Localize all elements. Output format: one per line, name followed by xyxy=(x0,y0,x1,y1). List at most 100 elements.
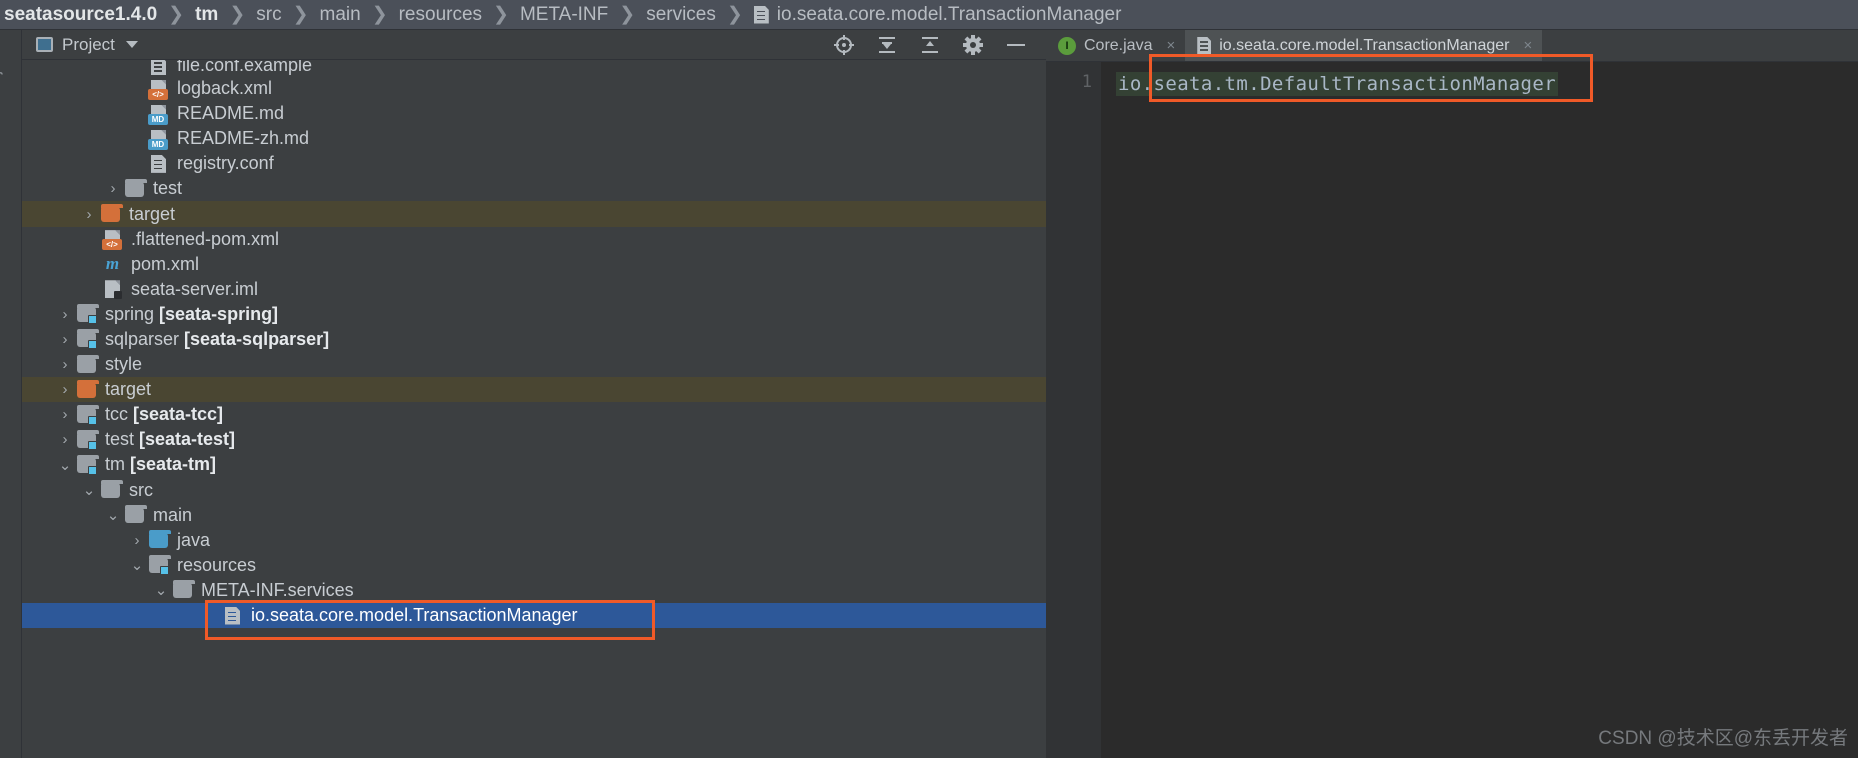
breadcrumb-item-main[interactable]: main xyxy=(318,4,363,26)
breadcrumb-separator: ❯ xyxy=(292,4,309,25)
tree-row-transaction-manager-spi[interactable]: io.seata.core.model.TransactionManager xyxy=(22,602,1046,629)
chevron-down-icon[interactable]: ⌄ xyxy=(150,581,172,599)
tree-row-flattened-pom-xml[interactable]: </> .flattened-pom.xml xyxy=(22,227,1046,252)
tree-row-resources-folder[interactable]: ⌄ resources xyxy=(22,553,1046,578)
tree-row-module-sqlparser[interactable]: › sqlparser [seata-sqlparser] xyxy=(22,327,1046,352)
tree-row-target-excluded-inner[interactable]: › target xyxy=(22,201,1046,227)
markdown-file-icon: MD xyxy=(148,129,169,150)
folder-icon xyxy=(124,178,147,199)
tree-row-java-folder[interactable]: › java xyxy=(22,528,1046,553)
editor-fold-strip[interactable] xyxy=(1101,62,1115,758)
tree-row-target-excluded[interactable]: › target xyxy=(22,377,1046,403)
chevron-right-icon[interactable]: › xyxy=(54,431,76,448)
breadcrumb-item-src[interactable]: src xyxy=(254,4,283,26)
tree-row-module-tcc[interactable]: › tcc [seata-tcc] xyxy=(22,402,1046,427)
file-icon xyxy=(1197,37,1212,54)
tree-row-label: logback.xml xyxy=(177,78,273,99)
chevron-down-icon[interactable]: ⌄ xyxy=(126,556,148,574)
breadcrumb-label: src xyxy=(256,3,282,25)
folder-icon xyxy=(172,580,195,600)
tree-row-label: target xyxy=(129,203,176,224)
minus-icon[interactable] xyxy=(1006,35,1026,55)
breadcrumb-separator: ❯ xyxy=(168,4,185,25)
watermark: CSDN @技术区@东丢开发者 xyxy=(1598,728,1848,749)
iml-file-icon xyxy=(102,279,123,300)
project-panel-header: Project xyxy=(22,30,1046,60)
chevron-down-icon[interactable]: ⌄ xyxy=(78,481,100,499)
target-icon[interactable] xyxy=(834,34,854,55)
tree-row-label: META-INF.services xyxy=(201,579,354,600)
tree-row-module-spring[interactable]: › spring [seata-spring] xyxy=(22,302,1046,327)
tree-row-seata-server-iml[interactable]: seata-server.iml xyxy=(22,277,1046,302)
file-icon xyxy=(148,60,169,76)
tree-row-label: style xyxy=(105,354,143,375)
close-icon[interactable]: × xyxy=(1523,37,1532,54)
gear-icon[interactable] xyxy=(963,34,983,55)
breadcrumb-item-meta-inf[interactable]: META-INF xyxy=(518,4,610,26)
breadcrumb-item-tm[interactable]: tm xyxy=(193,4,220,26)
tree-row-readme-zh-md[interactable]: MD README-zh.md xyxy=(22,126,1046,151)
tree-row-pom-xml[interactable]: m pom.xml xyxy=(22,252,1046,277)
code-line-1[interactable]: io.seata.tm.DefaultTransactionManager xyxy=(1116,72,1559,96)
tree-row-registry-conf[interactable]: registry.conf xyxy=(22,151,1046,176)
tree-row-label: sqlparser [seata-sqlparser] xyxy=(105,328,330,349)
tree-row-style-folder[interactable]: › style xyxy=(22,352,1046,377)
tree-row-test-folder[interactable]: › test xyxy=(22,176,1046,201)
chevron-right-icon[interactable]: › xyxy=(54,306,76,323)
line-number: 1 xyxy=(1081,72,1092,92)
folder-icon xyxy=(76,354,99,375)
chevron-right-icon[interactable]: › xyxy=(126,532,148,549)
maven-icon: m xyxy=(105,254,120,274)
tree-row-label: .flattened-pom.xml xyxy=(131,228,280,249)
project-tree[interactable]: file.conf.example </> logback.xml MD REA… xyxy=(22,60,1046,758)
editor-tab-transaction-manager[interactable]: io.seata.core.model.TransactionManager × xyxy=(1185,30,1543,61)
breadcrumb-item-services[interactable]: services xyxy=(644,4,718,26)
project-panel-title: Project xyxy=(62,34,115,54)
chevron-right-icon[interactable]: › xyxy=(78,206,100,223)
chevron-down-icon[interactable] xyxy=(125,41,138,48)
expand-all-icon[interactable] xyxy=(877,35,897,55)
tree-row-main-folder[interactable]: ⌄ main xyxy=(22,503,1046,528)
breadcrumb-item-project[interactable]: seatasource1.4.0 xyxy=(2,4,159,26)
chevron-right-icon[interactable]: › xyxy=(54,356,76,373)
tree-row-file-conf-example[interactable]: file.conf.example xyxy=(22,60,1046,76)
tree-row-module-test[interactable]: › test [seata-test] xyxy=(22,427,1046,452)
breadcrumb-label: tm xyxy=(195,3,219,25)
chevron-down-icon[interactable]: ⌄ xyxy=(54,456,76,474)
tree-row-meta-inf-services[interactable]: ⌄ META-INF.services xyxy=(22,578,1046,603)
tree-row-src-folder[interactable]: ⌄ src xyxy=(22,478,1046,503)
tree-row-label: registry.conf xyxy=(177,153,274,174)
tree-row-readme-md[interactable]: MD README.md xyxy=(22,101,1046,126)
chevron-right-icon[interactable]: › xyxy=(54,331,76,348)
module-folder-icon xyxy=(76,454,99,475)
folder-icon xyxy=(124,505,147,525)
tree-row-label: main xyxy=(153,504,193,525)
chevron-right-icon[interactable]: › xyxy=(102,180,124,197)
chevron-right-icon[interactable]: › xyxy=(54,406,76,423)
ide-window: seatasource1.4.0 ❯ tm ❯ src ❯ main ❯ res… xyxy=(0,0,1858,758)
breadcrumb: seatasource1.4.0 ❯ tm ❯ src ❯ main ❯ res… xyxy=(0,0,1858,30)
editor-content[interactable]: 1 io.seata.tm.DefaultTransactionManager xyxy=(1046,62,1858,758)
editor-gutter[interactable]: 1 xyxy=(1046,62,1101,758)
breadcrumb-label: io.seata.core.model.TransactionManager xyxy=(776,3,1122,25)
tree-row-logback-xml[interactable]: </> logback.xml xyxy=(22,76,1046,101)
breadcrumb-separator: ❯ xyxy=(229,4,246,25)
breadcrumb-label: services xyxy=(646,3,716,25)
file-icon xyxy=(148,154,169,174)
breadcrumb-separator: ❯ xyxy=(371,4,388,25)
breadcrumb-separator: ❯ xyxy=(619,4,636,25)
breadcrumb-item-file[interactable]: io.seata.core.model.TransactionManager xyxy=(752,4,1124,26)
chevron-down-icon[interactable]: ⌄ xyxy=(102,506,124,524)
tree-row-label: pom.xml xyxy=(131,253,200,274)
breadcrumb-item-resources[interactable]: resources xyxy=(397,4,484,26)
project-tool-button[interactable]: Project xyxy=(0,36,3,96)
editor-tab-core-java[interactable]: I Core.java × xyxy=(1046,30,1185,61)
collapse-all-icon[interactable] xyxy=(920,35,940,55)
tree-row-module-tm[interactable]: ⌄ tm [seata-tm] xyxy=(22,452,1046,477)
project-panel-title-group[interactable]: Project xyxy=(36,35,138,55)
xml-file-icon: </> xyxy=(148,79,169,100)
close-icon[interactable]: × xyxy=(1166,37,1175,54)
chevron-right-icon[interactable]: › xyxy=(54,381,76,398)
resource-folder-icon xyxy=(148,555,171,576)
editor-tab-label: Core.java xyxy=(1084,36,1153,54)
